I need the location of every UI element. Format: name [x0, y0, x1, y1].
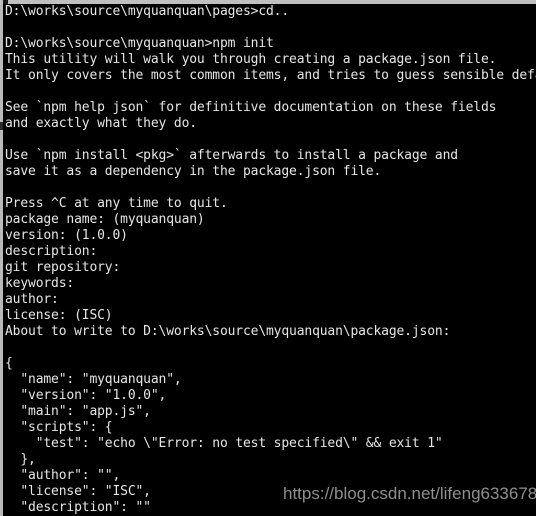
- watermark-url: https://blog.csdn.net/lifeng6336785: [283, 484, 536, 503]
- terminal-line: save it as a dependency in the package.j…: [5, 164, 382, 179]
- terminal-line: "scripts": {: [5, 420, 113, 435]
- terminal-line: "author": "",: [5, 468, 121, 483]
- terminal-line: "main": "app.js",: [5, 404, 151, 419]
- terminal-line: },: [5, 452, 36, 467]
- terminal-line: keywords:: [5, 276, 75, 291]
- terminal-line: {: [5, 356, 13, 371]
- vertical-scrollbar[interactable]: [0, 4, 3, 516]
- terminal-line: D:\works\source\myquanquan\pages>cd..: [5, 4, 290, 19]
- terminal-line: See `npm help json` for definitive docum…: [5, 100, 497, 115]
- terminal-line: "version": "1.0.0",: [5, 388, 167, 403]
- terminal-line: This utility will walk you through creat…: [5, 52, 497, 67]
- terminal-line: "test": "echo \"Error: no test specified…: [5, 436, 443, 451]
- terminal-line: Use `npm install <pkg>` afterwards to in…: [5, 148, 458, 163]
- vertical-scrollbar-thumb[interactable]: [0, 122, 3, 130]
- terminal-line: description:: [5, 244, 98, 259]
- terminal-line: Press ^C at any time to quit.: [5, 196, 228, 211]
- command-prompt-window[interactable]: D:\works\source\myquanquan\pages>cd.. D:…: [0, 0, 536, 516]
- terminal-line: It only covers the most common items, an…: [5, 68, 536, 83]
- terminal-line: "name": "myquanquan",: [5, 372, 182, 387]
- terminal-line: About to write to D:\works\source\myquan…: [5, 324, 451, 339]
- terminal-line: version: (1.0.0): [5, 228, 128, 243]
- terminal-output[interactable]: D:\works\source\myquanquan\pages>cd.. D:…: [5, 4, 536, 516]
- terminal-line: package name: (myquanquan): [5, 212, 205, 227]
- terminal-line: D:\works\source\myquanquan>npm init: [5, 36, 274, 51]
- terminal-line: author:: [5, 292, 59, 307]
- terminal-line: license: (ISC): [5, 308, 113, 323]
- terminal-line: git repository:: [5, 260, 121, 275]
- terminal-line: and exactly what they do.: [5, 116, 197, 131]
